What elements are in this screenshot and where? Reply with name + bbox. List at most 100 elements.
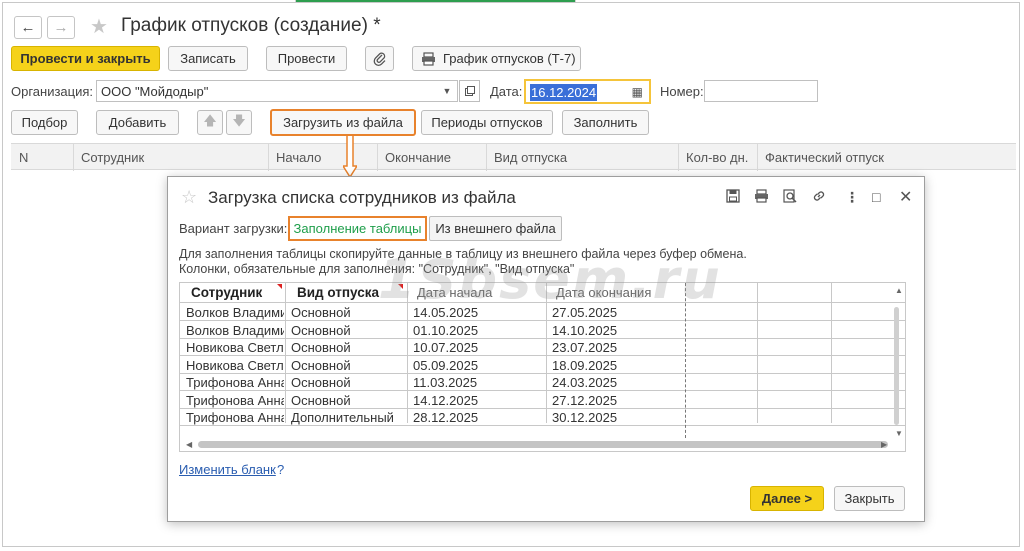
vertical-scroll-thumb[interactable] [894,307,899,425]
attach-button[interactable] [365,46,394,71]
sheet-cell[interactable]: Трифонова Анна М [183,374,284,390]
link-icon[interactable] [812,189,826,203]
sheet-cell[interactable]: 30.12.2025 [549,409,684,425]
sheet-cell[interactable]: 14.10.2025 [549,322,684,338]
move-up-button[interactable]: 🡅 [197,110,223,135]
vertical-scrollbar[interactable] [891,299,901,427]
load-from-file-button[interactable]: Загрузить из файла [270,109,416,136]
load-variant-label: Вариант загрузки: [179,221,288,236]
more-actions-icon[interactable]: ⋮ [845,189,859,206]
column-header[interactable]: Фактический отпуск [765,150,884,165]
date-label: Дата: [490,84,523,99]
sheet-column-line [407,283,408,423]
sheet-header-end-date: Дата окончания [556,285,652,300]
spreadsheet-area[interactable]: Сотрудник Вид отпуска Дата начала Дата о… [179,282,906,452]
sheet-cell[interactable]: Основной [288,357,406,373]
fill-button[interactable]: Заполнить [562,110,649,135]
sheet-cell[interactable]: Трифонова Анна М [183,392,284,408]
next-button[interactable]: Далее > [750,486,824,511]
employees-grid-header: N Сотрудник Начало Окончание Вид отпуска… [11,143,1016,171]
sheet-row[interactable]: Трифонова Анна МОсновной14.12.202527.12.… [180,392,905,409]
column-header[interactable]: Окончание [385,150,451,165]
number-field[interactable] [704,80,818,102]
sheet-cell[interactable]: 14.12.2025 [410,392,545,408]
back-button[interactable]: ← [14,16,42,39]
move-down-button[interactable]: 🡇 [226,110,252,135]
sheet-header-start-date: Дата начала [417,285,493,300]
column-header[interactable]: Кол-во дн. [686,150,748,165]
variant-fill-table-option[interactable]: Заполнение таблицы [288,216,427,241]
column-separator [268,144,269,171]
sheet-cell[interactable]: Новикова Светла [183,357,284,373]
post-and-close-button[interactable]: Провести и закрыть [11,46,160,71]
sheet-cell[interactable]: Волков Владимир [183,304,284,320]
sheet-cell[interactable]: Новикова Светла [183,339,284,355]
sheet-cell[interactable]: Дополнительный [288,409,406,425]
sheet-header-employee: Сотрудник [191,285,263,300]
variant-external-file-option[interactable]: Из внешнего файла [429,216,562,241]
pick-button[interactable]: Подбор [11,110,78,135]
column-separator [377,144,378,171]
sheet-cell[interactable]: 18.09.2025 [549,357,684,373]
column-separator [73,144,74,171]
sheet-cell[interactable]: Основной [288,374,406,390]
vacation-periods-button[interactable]: Периоды отпусков [421,110,553,135]
print-t7-button[interactable]: График отпусков (Т-7) [412,46,581,71]
favorite-star-outline-icon[interactable]: ☆ [181,188,197,206]
preview-icon[interactable] [783,189,797,203]
sheet-cell[interactable]: Основной [288,322,406,338]
horizontal-scroll-thumb[interactable] [198,441,888,448]
sheet-row[interactable]: Волков Владимир Основной 01.10.2025 14.10.2… [180,322,905,339]
sheet-row[interactable]: Новикова Светла Основной 05.09.2025 18.09.2… [180,357,905,374]
sheet-column-line [285,283,286,423]
scroll-down-icon[interactable]: ▼ [895,429,903,438]
change-form-link[interactable]: Изменить бланк [179,462,276,477]
column-header[interactable]: N [19,150,28,165]
close-icon[interactable]: ✕ [899,187,912,207]
maximize-icon[interactable]: □ [872,189,880,205]
post-button[interactable]: Провести [266,46,347,71]
sheet-row[interactable]: Новикова Светла Основной 10.07.2025 23.07.2… [180,339,905,356]
date-field[interactable]: 16.12.2024 ▦ [524,79,651,104]
sheet-cell[interactable]: 27.05.2025 [549,304,684,320]
sheet-cell[interactable]: 05.09.2025 [410,357,545,373]
add-button[interactable]: Добавить [96,110,179,135]
save-button[interactable]: Записать [168,46,248,71]
sheet-row[interactable]: Трифонова Анна МОсновной11.03.202524.03.… [180,374,905,391]
arrow-up-icon: 🡅 [203,112,217,128]
sheet-cell[interactable]: 23.07.2025 [549,339,684,355]
print-icon[interactable] [754,189,769,203]
sheet-cell[interactable]: Волков Владимир [183,322,284,338]
number-label: Номер: [660,84,704,99]
help-question-icon[interactable]: ? [277,462,284,477]
dropdown-arrow-icon[interactable]: ▼ [437,81,457,101]
arrow-right-icon: → [53,19,69,36]
sheet-row[interactable]: Волков Владимир Основной 14.05.2025 27.05.2… [180,304,905,321]
organization-field[interactable]: ООО "Мойдодыр" ▼ [96,80,458,102]
arrow-left-icon: ← [20,19,36,36]
scroll-left-icon[interactable]: ◀ [186,440,192,449]
open-organization-button[interactable] [459,80,480,102]
sheet-cell[interactable]: 11.03.2025 [410,374,545,390]
sheet-cell[interactable]: 27.12.2025 [549,392,684,408]
sheet-cell[interactable]: 14.05.2025 [410,304,545,320]
scroll-right-icon[interactable]: ▶ [881,440,887,449]
forward-button[interactable]: → [47,16,75,39]
column-header[interactable]: Сотрудник [81,150,144,165]
save-icon[interactable] [726,189,740,203]
column-header[interactable]: Вид отпуска [494,150,567,165]
scroll-up-icon[interactable]: ▲ [895,286,903,295]
calendar-icon[interactable]: ▦ [632,85,643,99]
sheet-cell[interactable]: Основной [288,304,406,320]
sheet-cell[interactable]: Трифонова Анна М [183,409,284,425]
favorite-star-icon[interactable]: ★ [90,17,108,37]
sheet-cell[interactable]: 24.03.2025 [549,374,684,390]
sheet-cell[interactable]: Основной [288,392,406,408]
close-button[interactable]: Закрыть [834,486,905,511]
sheet-cell[interactable]: 10.07.2025 [410,339,545,355]
sheet-cell[interactable]: Основной [288,339,406,355]
sheet-cell[interactable]: 01.10.2025 [410,322,545,338]
column-header[interactable]: Начало [276,150,321,165]
sheet-cell[interactable]: 28.12.2025 [410,409,545,425]
sheet-row[interactable]: Трифонова Анна МДополнительный28.12.2025… [180,409,905,426]
